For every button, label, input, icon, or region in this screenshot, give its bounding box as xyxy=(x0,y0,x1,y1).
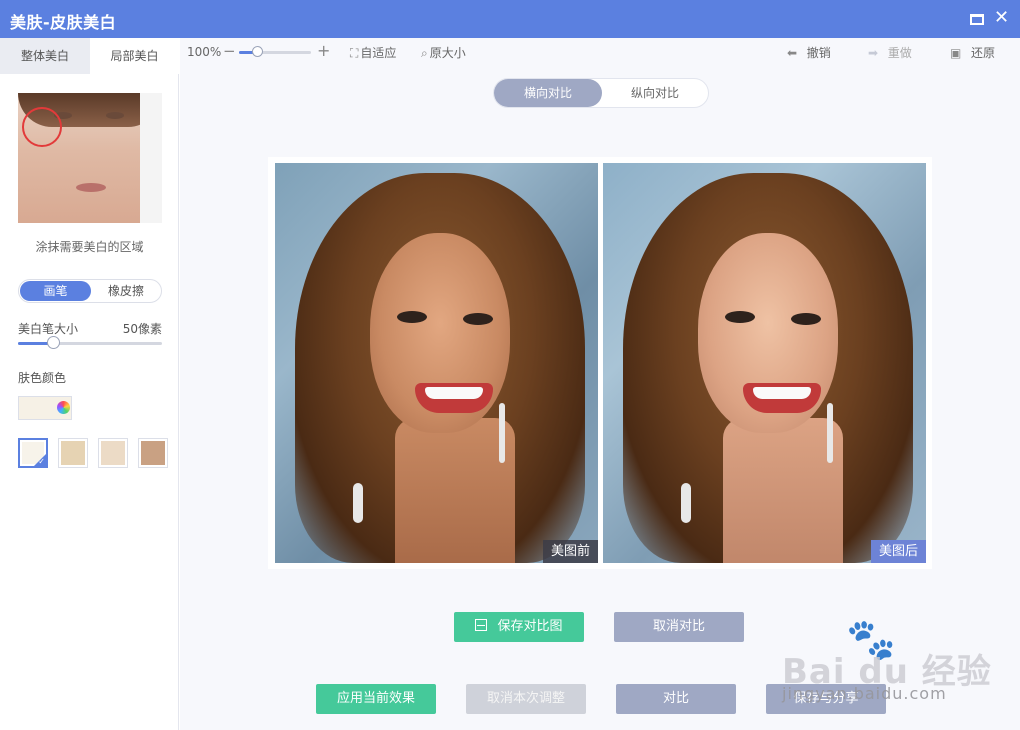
photo-teeth xyxy=(753,387,811,399)
brush-eraser-toggle: 画笔 橡皮擦 xyxy=(18,279,162,303)
restore-label: 还原 xyxy=(970,46,995,60)
original-size-label: 原大小 xyxy=(429,46,466,60)
image-icon: ▣ xyxy=(950,46,962,60)
vertical-compare-option[interactable]: 纵向对比 xyxy=(602,79,708,107)
magnifier-icon: ⌕ xyxy=(421,46,428,60)
original-size-button[interactable]: ⌕ 原大小 xyxy=(421,44,466,61)
redo-button[interactable]: ➡ 重做 xyxy=(868,44,912,61)
close-icon[interactable]: ✕ xyxy=(994,8,1009,28)
toolbar: 100% − + ⛶ 自适应 ⌕ 原大小 ⬅ 撤销 ➡ 重做 ▣ 还原 xyxy=(180,38,1020,68)
eraser-option[interactable]: 橡皮擦 xyxy=(91,281,161,301)
fit-icon: ⛶ xyxy=(350,46,359,60)
undo-button[interactable]: ⬅ 撤销 xyxy=(787,44,831,61)
skin-swatch[interactable] xyxy=(138,438,168,468)
photo-earring xyxy=(499,403,505,463)
brush-size-value: 50像素 xyxy=(122,322,162,336)
redo-label: 重做 xyxy=(887,46,912,60)
compare-mode-toggle: 横向对比 纵向对比 xyxy=(493,78,709,108)
skin-color-label: 肤色颜色 xyxy=(18,371,67,385)
title-bar: 美肤-皮肤美白 ✕ xyxy=(0,0,1020,38)
example-preview-image xyxy=(18,93,162,223)
skin-swatch[interactable] xyxy=(58,438,88,468)
photo-eye xyxy=(791,313,821,325)
save-compare-label: 保存对比图 xyxy=(497,619,563,634)
photo-eye xyxy=(397,311,427,323)
swatch-fill xyxy=(61,441,85,465)
swatch-fill xyxy=(101,441,125,465)
checkmark-icon: ✓ xyxy=(38,457,45,466)
zoom-percent: 100% xyxy=(187,45,222,59)
brush-size-label: 美白笔大小 xyxy=(18,322,79,336)
zoom-out-icon[interactable]: − xyxy=(223,42,236,60)
maximize-icon[interactable] xyxy=(970,14,984,25)
color-wheel-icon xyxy=(57,401,70,414)
instruction-text: 涂抹需要美白的区域 xyxy=(35,240,144,254)
watermark-url: jingyan.baidu.com xyxy=(782,684,947,703)
photo-earring xyxy=(827,403,833,463)
fit-button[interactable]: ⛶ 自适应 xyxy=(350,44,396,61)
skin-swatch[interactable] xyxy=(98,438,128,468)
redo-arrow-icon: ➡ xyxy=(868,46,879,60)
photo-earring xyxy=(681,483,691,523)
tab-local-whitening[interactable]: 局部美白 xyxy=(90,38,179,74)
tab-overall-whitening[interactable]: 整体美白 xyxy=(0,38,90,74)
zoom-in-icon[interactable]: + xyxy=(317,41,330,60)
compare-button[interactable]: 对比 xyxy=(616,684,736,714)
brush-circle-indicator xyxy=(22,107,62,147)
after-photo: 美图后 xyxy=(603,163,926,563)
photo-neck xyxy=(395,418,515,563)
photo-eye xyxy=(725,311,755,323)
photo-eye xyxy=(463,313,493,325)
window-title: 美肤-皮肤美白 xyxy=(10,13,117,32)
photo-teeth xyxy=(425,387,483,399)
cancel-adjust-button[interactable]: 取消本次调整 xyxy=(466,684,586,714)
preview-background xyxy=(140,93,162,223)
preview-lips xyxy=(76,183,106,192)
save-compare-button[interactable]: 保存对比图 xyxy=(454,612,584,642)
after-label: 美图后 xyxy=(870,540,926,563)
brush-size-slider-handle[interactable] xyxy=(46,336,60,349)
zoom-slider-handle[interactable] xyxy=(252,46,263,57)
save-icon xyxy=(475,619,488,631)
photo-neck xyxy=(723,418,843,563)
sidebar: 整体美白 局部美白 涂抹需要美白的区域 画笔 橡皮擦 美白笔大小 50像素 肤色… xyxy=(0,38,179,730)
before-photo: 美图前 xyxy=(275,163,598,563)
restore-button[interactable]: ▣ 还原 xyxy=(950,44,995,61)
watermark: 🐾 Bai du 经验 jingyan.baidu.com xyxy=(780,616,1010,706)
skin-swatch[interactable]: ✓ xyxy=(18,438,48,468)
undo-arrow-icon: ⬅ xyxy=(787,46,798,60)
brush-option[interactable]: 画笔 xyxy=(20,281,91,301)
swatch-fill xyxy=(141,441,165,465)
horizontal-compare-option[interactable]: 横向对比 xyxy=(494,79,602,107)
preview-eye xyxy=(106,112,124,119)
before-label: 美图前 xyxy=(542,540,598,563)
undo-label: 撤销 xyxy=(806,46,831,60)
apply-effect-button[interactable]: 应用当前效果 xyxy=(316,684,436,714)
skin-color-picker[interactable] xyxy=(18,396,72,420)
cancel-compare-button[interactable]: 取消对比 xyxy=(614,612,744,642)
fit-label: 自适应 xyxy=(360,46,397,60)
compare-canvas: 美图前 美图后 xyxy=(268,157,932,569)
photo-earring xyxy=(353,483,363,523)
sidebar-tabs: 整体美白 局部美白 xyxy=(0,38,179,74)
